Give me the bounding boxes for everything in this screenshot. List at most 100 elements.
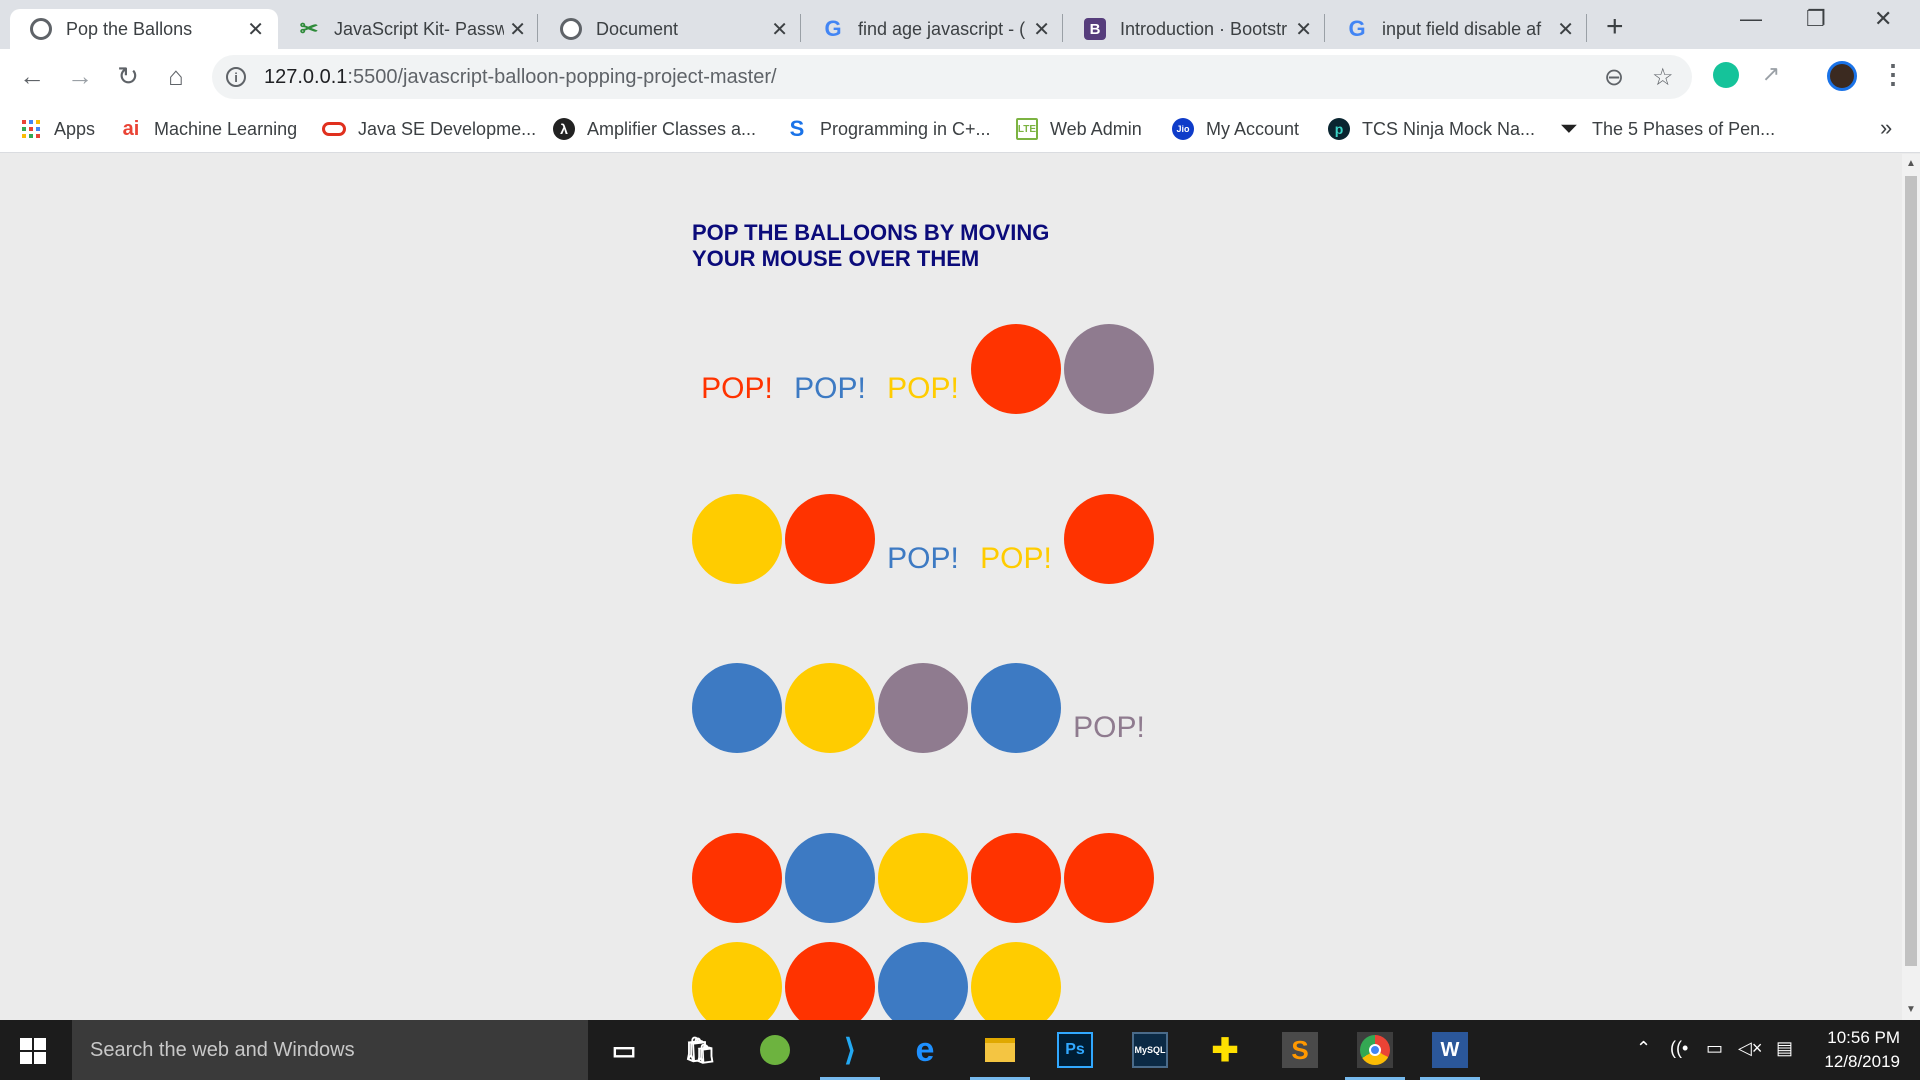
tab-title: Document (596, 18, 679, 39)
balloon-mauve[interactable] (878, 663, 968, 753)
tab-pop-the-ballons[interactable]: Pop the Ballons ✕ (10, 9, 278, 49)
url-host: 127.0.0.1 (264, 65, 348, 88)
volume-muted-icon[interactable]: ◁× (1738, 1038, 1762, 1059)
avatar[interactable] (1827, 61, 1857, 91)
phases-icon: ⏷ (1561, 117, 1577, 140)
menu-icon[interactable]: ⋮ (1880, 59, 1906, 90)
balloon-red[interactable] (785, 494, 875, 584)
task-view-icon[interactable]: ▭ (606, 1032, 642, 1068)
bookmarks-overflow-button[interactable]: » (1880, 115, 1892, 141)
tab-find-age-javascript[interactable]: G find age javascript - ( ✕ (802, 9, 1064, 49)
popped-balloon-label: POP! (887, 542, 959, 575)
word-icon[interactable]: W (1420, 1032, 1480, 1080)
close-icon[interactable]: ✕ (771, 17, 788, 42)
tab-javascript-kit[interactable]: ✂ JavaScript Kit- Passw ✕ (278, 9, 540, 49)
bookmark-tcs-ninja[interactable]: p TCS Ninja Mock Na... (1328, 114, 1535, 144)
popped-balloon-label: POP! (701, 372, 773, 405)
balloon-blue[interactable] (785, 833, 875, 923)
zoom-out-icon[interactable]: ⊖ (1604, 63, 1624, 92)
address-bar[interactable]: i 127.0.0.1:5500/javascript-balloon-popp… (212, 55, 1692, 99)
vertical-scrollbar[interactable]: ▲ ▼ (1902, 154, 1920, 1020)
balloon-yellow[interactable] (785, 663, 875, 753)
tab-separator (1062, 14, 1063, 42)
tcs-icon: p (1328, 118, 1350, 140)
taskbar-clock[interactable]: 10:56 PM 12/8/2019 (1800, 1026, 1900, 1074)
bookmark-programming-cpp[interactable]: S Programming in C+... (786, 114, 991, 144)
vscode-icon[interactable]: ⟩ (820, 1032, 880, 1080)
close-icon[interactable]: ✕ (1557, 17, 1574, 42)
photoshop-icon[interactable]: Ps (1057, 1032, 1093, 1068)
wifi-icon[interactable]: ((• (1670, 1038, 1688, 1059)
extension-icon[interactable]: ↗ (1755, 61, 1787, 87)
spring-icon[interactable] (757, 1032, 793, 1068)
notifications-icon[interactable]: ▤ (1776, 1038, 1793, 1059)
back-button[interactable]: ← (16, 61, 48, 92)
mysql-icon[interactable]: MySQL (1132, 1032, 1168, 1068)
bookmark-java-se[interactable]: Java SE Developme... (322, 114, 536, 144)
windows-start-button[interactable] (20, 1038, 46, 1064)
bookmark-apps[interactable]: Apps (20, 114, 95, 144)
window-close-button[interactable]: ✕ (1874, 6, 1892, 32)
tab-bootstrap-introduction[interactable]: B Introduction · Bootstr ✕ (1064, 9, 1326, 49)
balloon-red[interactable] (1064, 494, 1154, 584)
balloon-red[interactable] (1064, 833, 1154, 923)
balloon-red[interactable] (692, 833, 782, 923)
popped-balloon-label: POP! (980, 542, 1052, 575)
store-icon[interactable]: 🛍 (682, 1032, 718, 1068)
sublime-icon[interactable]: S (1282, 1032, 1318, 1068)
balloon-blue[interactable] (692, 663, 782, 753)
bookmark-web-admin[interactable]: LTE Web Admin (1016, 114, 1142, 144)
bookmark-star-icon[interactable]: ☆ (1652, 63, 1674, 92)
chrome-icon[interactable] (1345, 1032, 1405, 1080)
restore-button[interactable]: ❐ (1806, 6, 1826, 32)
close-icon[interactable]: ✕ (1033, 17, 1050, 42)
oracle-icon (322, 122, 346, 136)
jio-icon: Jio (1172, 118, 1194, 140)
balloon-yellow[interactable] (878, 833, 968, 923)
tab-input-field-disable[interactable]: G input field disable af ✕ (1326, 9, 1588, 49)
balloon-red[interactable] (785, 942, 875, 1020)
new-tab-button[interactable]: + (1606, 10, 1624, 44)
balloon-yellow[interactable] (971, 942, 1061, 1020)
battery-icon[interactable]: ▭ (1706, 1038, 1723, 1059)
balloon-blue[interactable] (971, 663, 1061, 753)
close-icon[interactable]: ✕ (247, 17, 264, 42)
balloon-red[interactable] (971, 833, 1061, 923)
url-text[interactable]: 127.0.0.1:5500/javascript-balloon-poppin… (264, 66, 777, 89)
page-title-line-1: POP THE BALLOONS BY MOVING (692, 220, 1050, 245)
info-icon[interactable]: i (226, 67, 246, 87)
bookmark-label: The 5 Phases of Pen... (1592, 118, 1776, 139)
tab-title: Introduction · Bootstr (1120, 18, 1288, 39)
tab-title: JavaScript Kit- Passw (334, 18, 504, 39)
bookmark-my-account[interactable]: Jio My Account (1172, 114, 1299, 144)
balloon-blue[interactable] (878, 942, 968, 1020)
tray-overflow-chevron-icon[interactable]: ⌃ (1636, 1038, 1651, 1059)
grammarly-icon[interactable] (1713, 62, 1739, 88)
bookmark-label: My Account (1206, 118, 1300, 139)
forward-button[interactable]: → (64, 61, 96, 92)
taskbar-search-input[interactable]: Search the web and Windows (72, 1020, 588, 1080)
bookmark-amplifier-classes[interactable]: λ Amplifier Classes a... (553, 114, 756, 144)
balloon-mauve[interactable] (1064, 324, 1154, 414)
scroll-down-arrow-icon[interactable]: ▼ (1906, 1004, 1916, 1015)
tab-separator (1586, 14, 1587, 42)
close-icon[interactable]: ✕ (509, 17, 526, 42)
edge-icon[interactable]: e (907, 1031, 943, 1069)
browser-toolbar: ← → ↻ ⌂ i 127.0.0.1:5500/javascript-ball… (0, 49, 1920, 105)
tab-document[interactable]: Document ✕ (540, 9, 802, 49)
google-icon: G (1348, 16, 1366, 41)
file-explorer-icon[interactable] (970, 1032, 1030, 1080)
minimize-button[interactable]: — (1740, 6, 1762, 32)
bookmark-machine-learning[interactable]: ai Machine Learning (120, 114, 297, 144)
balloon-yellow[interactable] (692, 942, 782, 1020)
balloon-red[interactable] (971, 324, 1061, 414)
bookmark-five-phases[interactable]: ⏷ The 5 Phases of Pen... (1558, 114, 1775, 144)
balloon-yellow[interactable] (692, 494, 782, 584)
scroll-up-arrow-icon[interactable]: ▲ (1906, 158, 1916, 169)
close-icon[interactable]: ✕ (1295, 17, 1312, 42)
scroll-thumb[interactable] (1905, 176, 1917, 966)
reload-button[interactable]: ↻ (112, 61, 144, 92)
page-title: POP THE BALLOONS BY MOVING YOUR MOUSE OV… (692, 220, 1092, 272)
plus-app-icon[interactable]: ✚ (1207, 1032, 1243, 1068)
home-button[interactable]: ⌂ (160, 61, 192, 92)
